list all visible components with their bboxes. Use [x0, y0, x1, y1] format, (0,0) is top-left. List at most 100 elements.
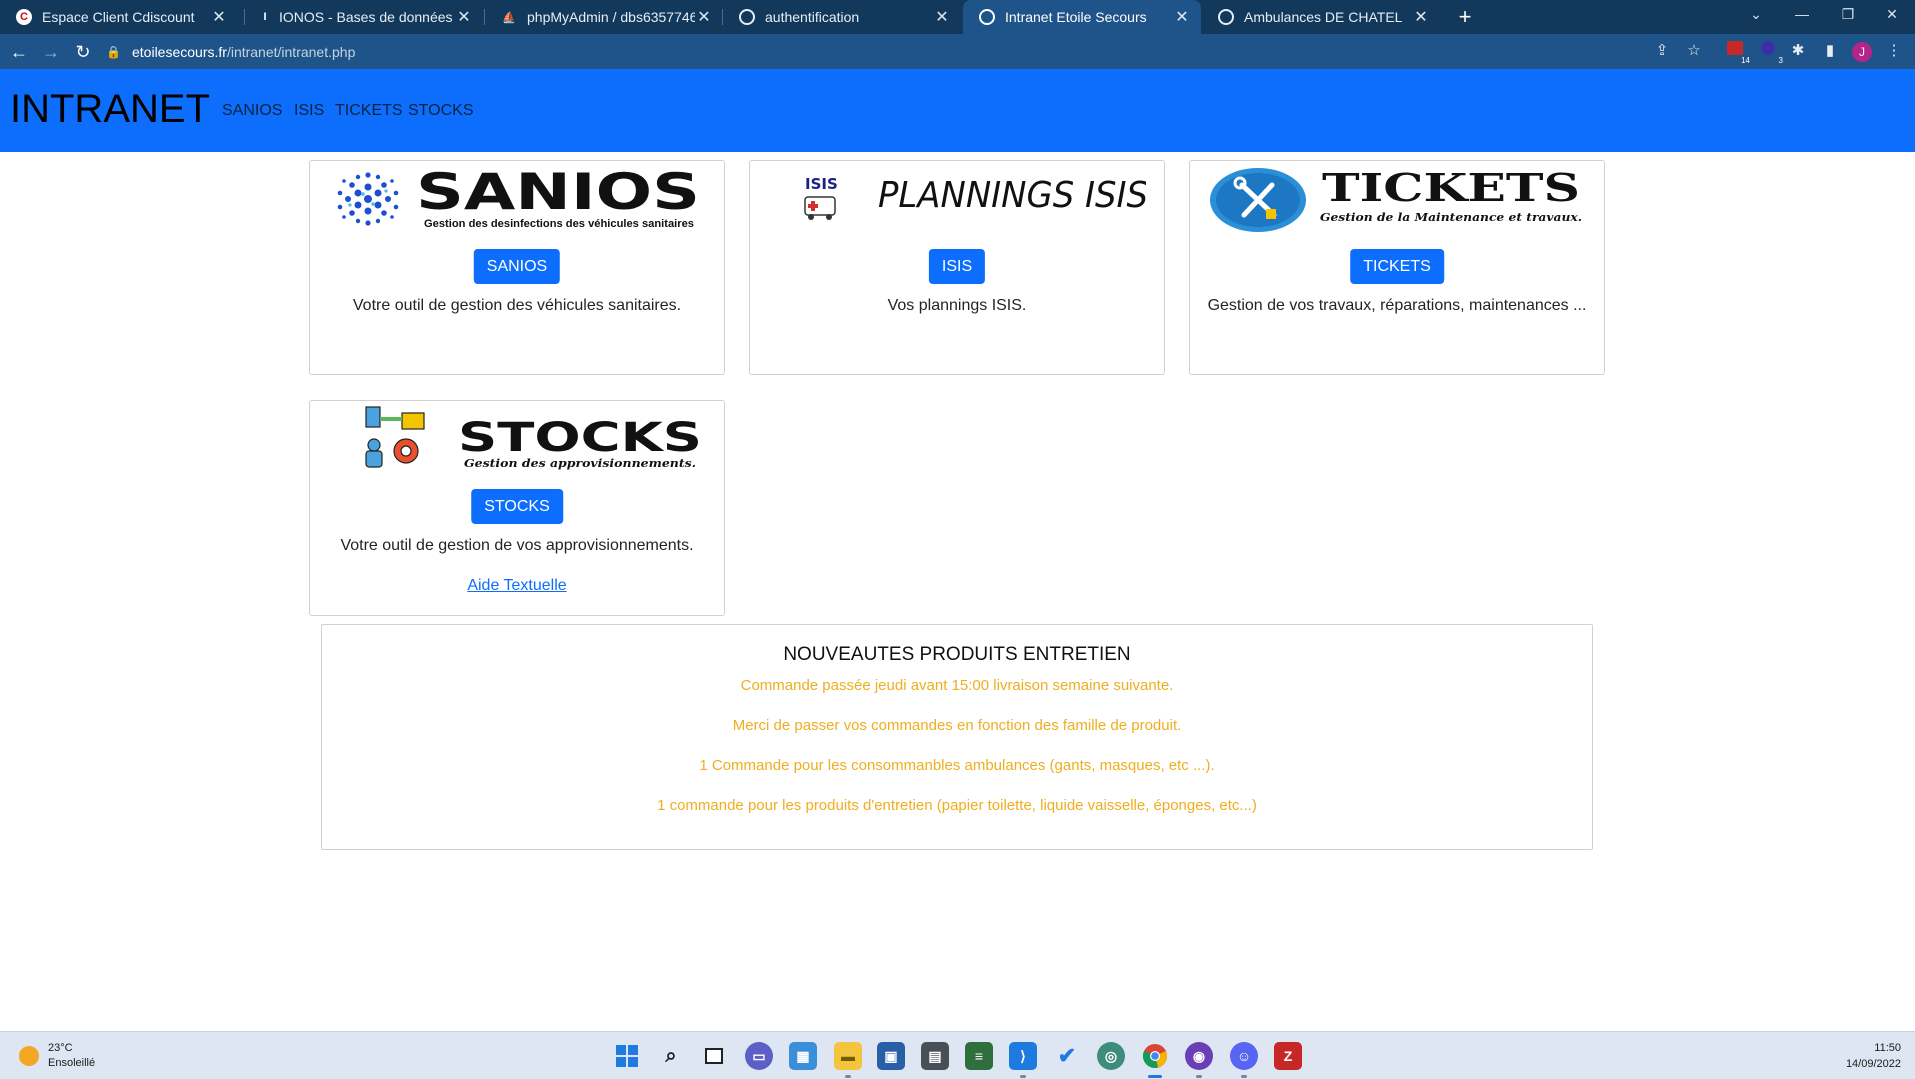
- browser-tab-strip: C Espace Client Cdiscount ✕ I IONOS - Ba…: [0, 0, 1915, 34]
- news-title: NOUVEAUTES PRODUITS ENTRETIEN: [783, 644, 1131, 665]
- widgets-icon[interactable]: ▦: [789, 1042, 817, 1070]
- tab-title: Ambulances DE CHATEL: [1244, 9, 1403, 25]
- close-icon[interactable]: ✕: [455, 7, 473, 27]
- news-line: Commande passée jeudi avant 15:00 livrai…: [740, 677, 1174, 694]
- running-indicator: [1241, 1075, 1247, 1078]
- extension-calendar-icon[interactable]: 14: [1724, 40, 1751, 65]
- tab-title: IONOS - Bases de données: [279, 9, 453, 25]
- chrome-icon[interactable]: [1141, 1042, 1169, 1070]
- browser-toolbar: ← → ↻ 🔒 etoilesecours.fr/intranet/intran…: [0, 34, 1915, 69]
- nav-link-stocks[interactable]: STOCKS: [408, 102, 474, 120]
- sanios-logo-subtitle: Gestion des desinfections des véhicules …: [424, 218, 694, 230]
- tickets-logo: TICKETS Gestion de la Maintenance et tra…: [1210, 165, 1582, 232]
- ionos-icon: I: [261, 9, 269, 25]
- card-sanios: SANIOS Gestion des desinfections des véh…: [309, 160, 725, 375]
- address-bar[interactable]: 🔒 etoilesecours.fr/intranet/intranet.php: [106, 37, 1806, 66]
- calculator-icon[interactable]: ▤: [921, 1042, 949, 1070]
- cdiscount-icon: C: [16, 9, 32, 25]
- close-icon[interactable]: ✕: [1173, 7, 1191, 27]
- site-brand[interactable]: INTRANET: [10, 87, 210, 132]
- extension-badge: 3: [1777, 56, 1784, 65]
- extension-purple-icon[interactable]: 3: [1757, 40, 1784, 65]
- globe-icon: [739, 9, 755, 25]
- menu-kebab-icon[interactable]: ⋮: [1883, 40, 1905, 62]
- stocks-logo-title: STOCKS: [458, 415, 702, 461]
- vscode-icon[interactable]: ⟩: [1009, 1042, 1037, 1070]
- reload-icon[interactable]: ↻: [68, 37, 98, 67]
- tickets-button[interactable]: TICKETS: [1350, 249, 1444, 284]
- isis-logo-title: ISIS: [805, 175, 838, 193]
- extensions-puzzle-icon[interactable]: ✱: [1787, 40, 1809, 62]
- close-icon[interactable]: ✕: [210, 7, 228, 27]
- windows-taskbar: 23°C Ensoleillé ⌕ ▭ ▦ ▬ ▣ ▤ ≡ ⟩ ✔ ◎ ◉ ☺ …: [0, 1031, 1915, 1079]
- weather-temperature: 23°C: [48, 1042, 73, 1054]
- tab-intranet-etoile-secours[interactable]: Intranet Etoile Secours ✕: [963, 0, 1201, 34]
- isis-description: Vos plannings ISIS.: [887, 297, 1027, 314]
- sun-weather-icon[interactable]: [19, 1046, 39, 1066]
- tab-phpmyadmin[interactable]: ⛵ phpMyAdmin / dbs6357746 / am ✕: [485, 0, 723, 34]
- clock-date[interactable]: 14/09/2022: [1846, 1058, 1901, 1070]
- tab-title: authentification: [765, 9, 860, 25]
- sanios-button[interactable]: SANIOS: [473, 249, 561, 284]
- close-icon[interactable]: ✕: [933, 7, 951, 27]
- todo-check-icon[interactable]: ✔: [1053, 1042, 1081, 1070]
- share-icon[interactable]: ⇪: [1651, 40, 1673, 62]
- globe-icon: [979, 9, 995, 25]
- globe-icon: [1218, 9, 1234, 25]
- globe-app-icon[interactable]: ◎: [1097, 1042, 1125, 1070]
- back-icon[interactable]: ←: [4, 37, 34, 67]
- windows-start-icon[interactable]: [613, 1042, 641, 1070]
- active-app-indicator: [1148, 1075, 1162, 1078]
- discord-icon[interactable]: ☺: [1230, 1042, 1258, 1070]
- nav-link-isis[interactable]: ISIS: [294, 102, 324, 120]
- running-indicator: [1020, 1075, 1026, 1078]
- restore-icon[interactable]: ❐: [1825, 0, 1871, 30]
- forward-icon[interactable]: →: [36, 37, 66, 67]
- close-window-icon[interactable]: ✕: [1869, 0, 1915, 30]
- stocks-description: Votre outil de gestion de vos approvisio…: [340, 537, 694, 554]
- clock-time[interactable]: 11:50: [1874, 1042, 1901, 1054]
- tab-search-icon[interactable]: ⌄: [1733, 0, 1779, 30]
- tickets-description: Gestion de vos travaux, réparations, mai…: [1207, 297, 1587, 314]
- tab-title: Intranet Etoile Secours: [1005, 9, 1147, 25]
- notepad-icon[interactable]: ≡: [965, 1042, 993, 1070]
- extension-badge: 14: [1740, 56, 1751, 65]
- close-icon[interactable]: ✕: [695, 7, 713, 27]
- url-host: etoilesecours.fr: [132, 43, 227, 60]
- tab-ionos[interactable]: I IONOS - Bases de données ✕: [245, 0, 483, 34]
- nav-link-tickets[interactable]: TICKETS: [335, 102, 403, 120]
- teams-chat-icon[interactable]: ▭: [745, 1042, 773, 1070]
- card-isis: ISIS PLANNINGS ISIS ISIS Vos plannings I…: [749, 160, 1165, 375]
- tab-cdiscount[interactable]: C Espace Client Cdiscount ✕: [0, 0, 238, 34]
- side-panel-icon[interactable]: ▮: [1819, 40, 1841, 62]
- stocks-logo-subtitle: Gestion des approvisionnements.: [464, 457, 696, 470]
- isis-button[interactable]: ISIS: [928, 249, 986, 284]
- running-indicator: [845, 1075, 851, 1078]
- card-stocks: STOCKS Gestion des approvisionnements. S…: [309, 400, 725, 616]
- stocks-button[interactable]: STOCKS: [471, 489, 563, 524]
- sanios-logo: SANIOS Gestion des desinfections des véh…: [337, 165, 700, 230]
- nav-link-sanios[interactable]: SANIOS: [222, 102, 282, 120]
- running-indicator: [1196, 1075, 1202, 1078]
- url-path: /intranet/intranet.php: [226, 43, 356, 60]
- profile-avatar[interactable]: J: [1852, 42, 1872, 62]
- tab-ambulances-de-chatel[interactable]: Ambulances DE CHATEL ✕: [1202, 0, 1440, 34]
- save-disk-app-icon[interactable]: ▣: [877, 1042, 905, 1070]
- sanios-logo-title: SANIOS: [416, 165, 700, 221]
- tickets-logo-title: TICKETS: [1322, 165, 1580, 210]
- tab-authentification[interactable]: authentification ✕: [723, 0, 961, 34]
- new-tab-button[interactable]: +: [1450, 2, 1480, 32]
- aide-textuelle-link[interactable]: Aide Textuelle: [310, 577, 724, 595]
- file-explorer-icon[interactable]: ▬: [834, 1042, 862, 1070]
- filezilla-icon[interactable]: Z: [1274, 1042, 1302, 1070]
- purple-app-icon[interactable]: ◉: [1185, 1042, 1213, 1070]
- isis-logo-subtitle: PLANNINGS ISIS: [878, 175, 1146, 216]
- bookmark-star-icon[interactable]: ☆: [1683, 40, 1705, 62]
- task-view-icon[interactable]: [700, 1042, 728, 1070]
- weather-description: Ensoleillé: [48, 1057, 96, 1069]
- search-icon[interactable]: ⌕: [657, 1042, 685, 1070]
- close-icon[interactable]: ✕: [1412, 7, 1430, 27]
- lock-icon: 🔒: [106, 44, 121, 59]
- minimize-icon[interactable]: —: [1779, 0, 1825, 30]
- isis-logo: ISIS PLANNINGS ISIS: [804, 175, 1146, 220]
